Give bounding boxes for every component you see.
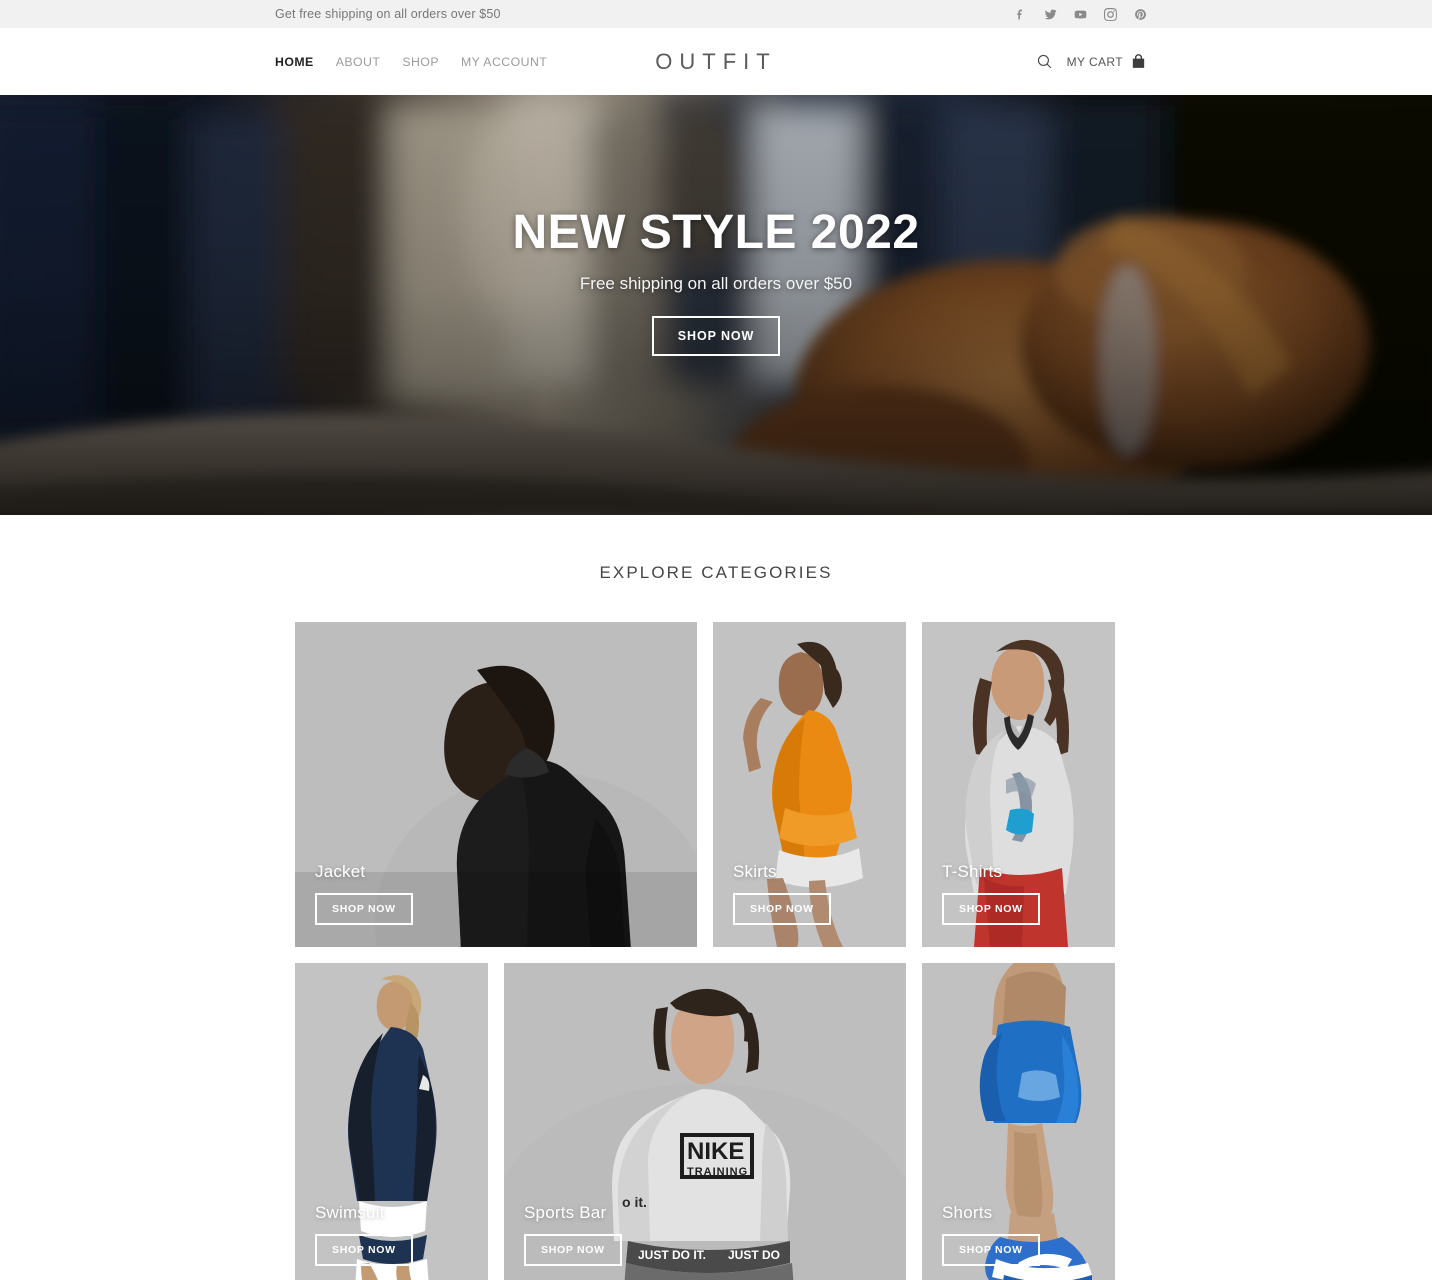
category-tile-jacket[interactable]: Jacket SHOP NOW [295, 622, 697, 947]
tile-overlay: Jacket SHOP NOW [315, 862, 413, 925]
nav-item-about[interactable]: ABOUT [336, 55, 381, 69]
explore-categories-section: EXPLORE CATEGORIES Jacket SHOP NOW Skirt… [0, 515, 1432, 1280]
category-tile-swimsuit[interactable]: Swimsuit SHOP NOW [295, 963, 488, 1280]
section-title: EXPLORE CATEGORIES [599, 563, 833, 582]
search-icon[interactable] [1036, 53, 1053, 70]
twitter-icon[interactable] [1044, 8, 1057, 21]
category-label: Shorts [942, 1203, 993, 1222]
category-shop-now-button[interactable]: SHOP NOW [315, 1234, 413, 1266]
tile-overlay: Skirts SHOP NOW [733, 862, 831, 925]
hero-title: NEW STYLE 2022 [512, 205, 920, 259]
category-shop-now-button[interactable]: SHOP NOW [524, 1234, 622, 1266]
category-shop-now-button[interactable]: SHOP NOW [315, 893, 413, 925]
svg-text:JUST DO IT.: JUST DO IT. [638, 1248, 706, 1262]
category-shop-now-button[interactable]: SHOP NOW [733, 893, 831, 925]
announcement-bar: Get free shipping on all orders over $50 [0, 0, 1432, 28]
nav-item-shop[interactable]: SHOP [402, 55, 439, 69]
category-label: Sports Bar [524, 1203, 607, 1222]
site-header: HOME ABOUT SHOP MY ACCOUNT OUTFIT MY CAR… [0, 28, 1432, 95]
category-shop-now-button[interactable]: SHOP NOW [942, 1234, 1040, 1266]
header-actions: MY CART [1036, 53, 1147, 70]
category-tile-sports-bar[interactable]: NIKE TRAINING o it. JUST DO IT. JUST DO … [504, 963, 906, 1280]
site-logo: OUTFIT [655, 48, 777, 74]
category-grid: Jacket SHOP NOW Skirts SHOP NOW T-Shirts… [0, 622, 1432, 1280]
facebook-icon[interactable] [1014, 8, 1027, 21]
shopping-bag-icon [1132, 54, 1145, 68]
hero-shop-now-button[interactable]: SHOP NOW [651, 315, 781, 356]
tile-overlay: T-Shirts SHOP NOW [942, 862, 1040, 925]
pinterest-icon[interactable] [1134, 8, 1147, 21]
cart-label: MY CART [1066, 54, 1123, 69]
youtube-icon[interactable] [1074, 8, 1087, 21]
tile-overlay: Swimsuit SHOP NOW [315, 1203, 413, 1266]
nav-item-home[interactable]: HOME [275, 55, 314, 69]
category-grid-row: Jacket SHOP NOW Skirts SHOP NOW T-Shirts… [295, 622, 1432, 947]
category-grid-row: Swimsuit SHOP NOW NIKE TRAINING o it. JU… [295, 963, 1432, 1280]
tile-overlay: Sports Bar SHOP NOW [524, 1203, 622, 1266]
social-links [1014, 7, 1147, 21]
main-navigation: HOME ABOUT SHOP MY ACCOUNT [275, 55, 547, 69]
svg-text:TRAINING: TRAINING [687, 1166, 748, 1178]
tile-overlay: Shorts SHOP NOW [942, 1203, 1040, 1266]
hero-subtitle: Free shipping on all orders over $50 [579, 273, 853, 293]
category-tile-t-shirts[interactable]: T-Shirts SHOP NOW [922, 622, 1115, 947]
category-tile-shorts[interactable]: Shorts SHOP NOW [922, 963, 1115, 1280]
svg-text:NIKE: NIKE [687, 1138, 744, 1165]
announcement-text: Get free shipping on all orders over $50 [275, 7, 501, 21]
category-shop-now-button[interactable]: SHOP NOW [942, 893, 1040, 925]
svg-text:o it.: o it. [622, 1194, 647, 1210]
nav-item-my-account[interactable]: MY ACCOUNT [461, 55, 547, 69]
category-tile-skirts[interactable]: Skirts SHOP NOW [713, 622, 906, 947]
category-label: T-Shirts [942, 862, 1003, 881]
hero-banner: NEW STYLE 2022 Free shipping on all orde… [0, 95, 1432, 515]
category-label: Skirts [733, 862, 777, 881]
category-label: Swimsuit [315, 1203, 385, 1222]
instagram-icon[interactable] [1104, 7, 1117, 21]
cart-button[interactable]: MY CART [1067, 53, 1147, 70]
category-label: Jacket [315, 862, 366, 881]
svg-text:JUST DO: JUST DO [728, 1248, 780, 1262]
